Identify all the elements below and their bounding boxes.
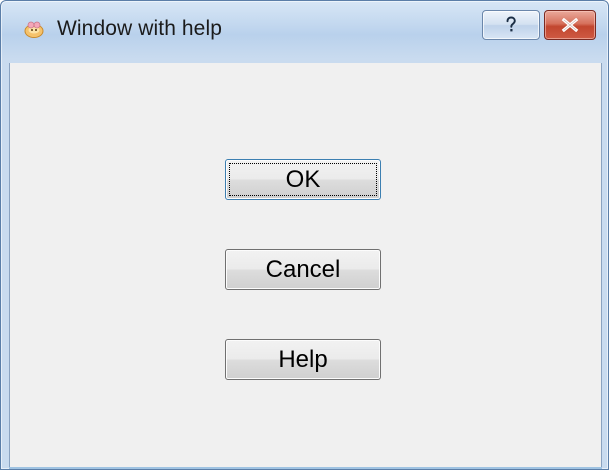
cancel-button-label: Cancel — [265, 256, 341, 283]
close-caption-button[interactable] — [544, 10, 596, 40]
title-bar[interactable]: Window with help — [1, 1, 608, 63]
help-button[interactable]: Help — [225, 339, 381, 380]
app-icon — [23, 19, 45, 39]
window-bottom-border — [9, 467, 602, 469]
dialog-window: Window with help OK Cancel Help — [0, 0, 609, 470]
close-x-icon — [561, 18, 579, 32]
ok-button[interactable]: OK — [225, 159, 381, 200]
question-mark-icon — [506, 16, 516, 32]
dialog-client-area: OK Cancel Help — [9, 63, 602, 469]
window-title: Window with help — [57, 17, 223, 40]
help-caption-button[interactable] — [482, 10, 540, 40]
help-button-label: Help — [278, 346, 328, 373]
cancel-button[interactable]: Cancel — [225, 249, 381, 290]
ok-button-label: OK — [285, 166, 321, 193]
